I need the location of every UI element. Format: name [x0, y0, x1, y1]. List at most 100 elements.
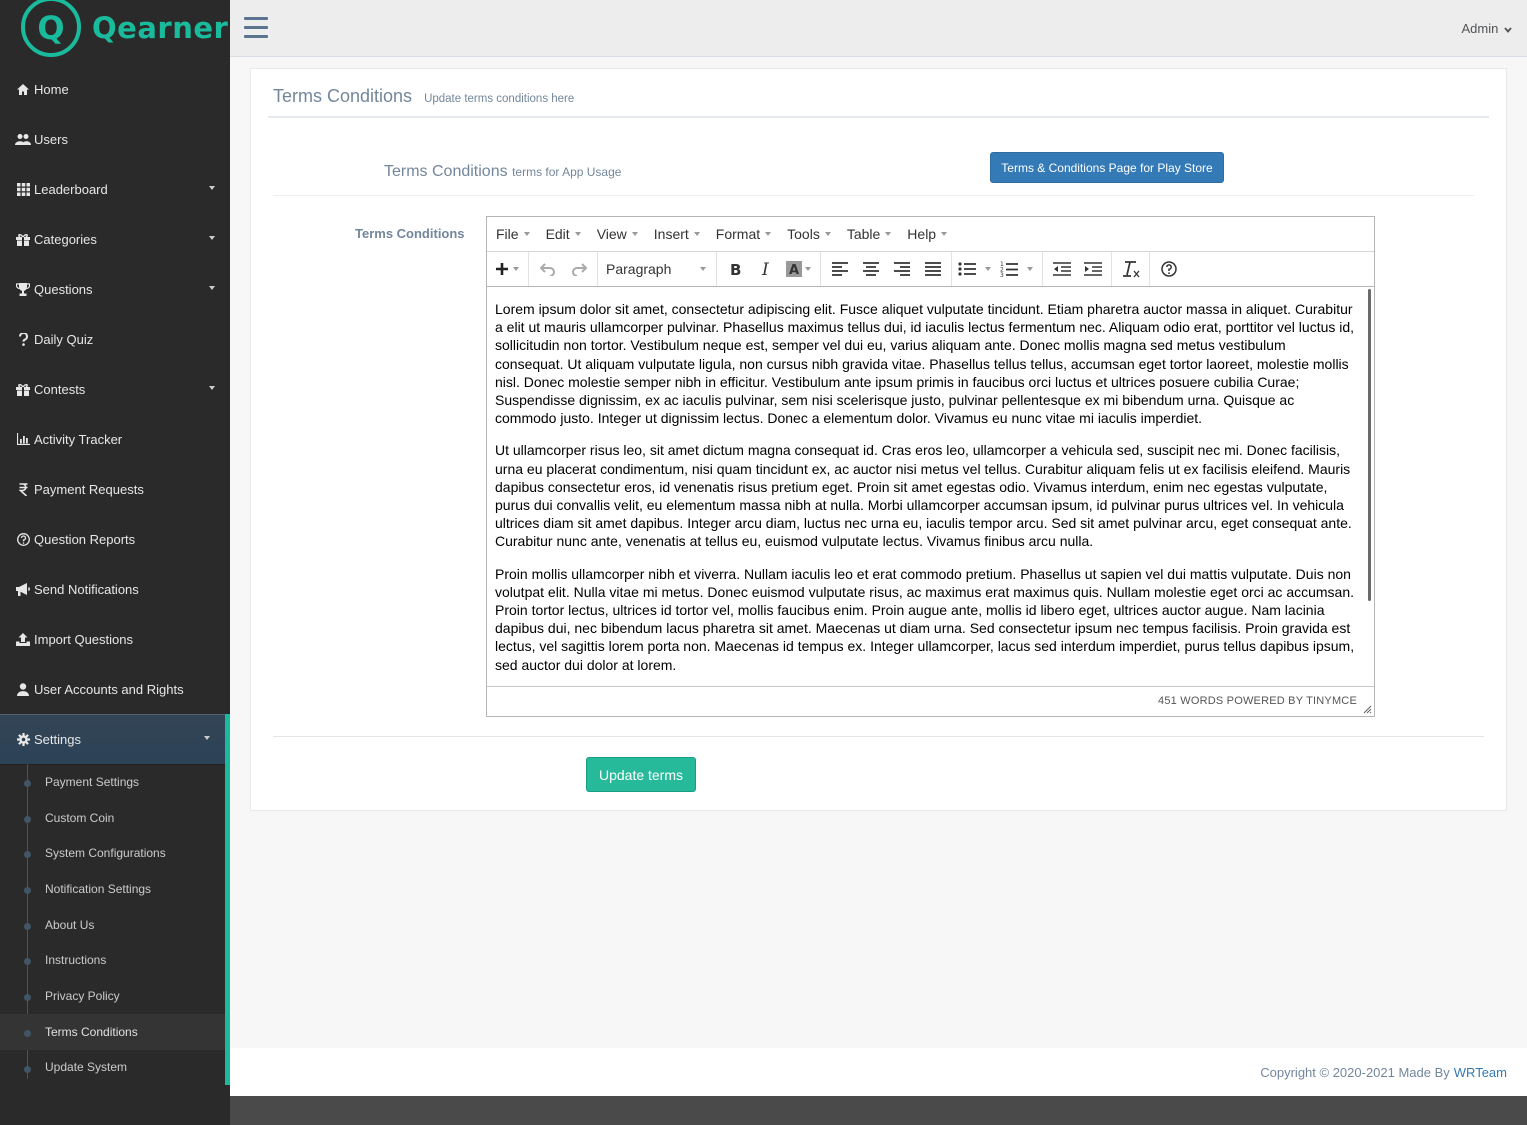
- sidebar-item-label: Question Reports: [34, 531, 136, 547]
- sidebar-item-label: Users: [34, 131, 68, 147]
- menu-label: Table: [846, 226, 881, 242]
- sidebar-item-questions[interactable]: Questions: [0, 264, 230, 314]
- terms-field-label: Terms Conditions: [355, 226, 465, 241]
- text-color-dropdown-icon[interactable]: [805, 267, 811, 271]
- caret-down-icon: [209, 186, 215, 190]
- page-title-hint: Update terms conditions here: [424, 93, 575, 105]
- brand-logo[interactable]: Q Qearner: [0, 0, 230, 60]
- section-title: Terms Conditions terms for App Usage: [384, 163, 621, 181]
- submenu-item-instructions[interactable]: Instructions: [0, 942, 225, 978]
- menu-label: Help: [907, 226, 937, 242]
- divider: [268, 116, 1489, 118]
- menu-table[interactable]: Table: [846, 226, 892, 242]
- numbered-list-icon[interactable]: 123: [997, 254, 1021, 284]
- submenu-item-custom-coin[interactable]: Custom Coin: [0, 800, 225, 836]
- sidebar: Q Qearner Home Users Leaderboard Categories…: [0, 0, 230, 1125]
- sidebar-item-user-accounts-and-rights[interactable]: User Accounts and Rights: [0, 664, 230, 714]
- sidebar-item-label: Contests: [34, 381, 86, 397]
- bar-chart-icon: [15, 433, 31, 445]
- editor-paragraph: Proin mollis ullamcorper nibh et viverra…: [495, 565, 1355, 673]
- sidebar-item-categories[interactable]: Categories: [0, 214, 230, 264]
- submenu-item-about-us[interactable]: About Us: [0, 907, 225, 943]
- caret-down-icon: [209, 386, 215, 390]
- sidebar-item-send-notifications[interactable]: Send Notifications: [0, 564, 230, 614]
- submenu-item-terms-conditions[interactable]: Terms Conditions: [0, 1013, 225, 1050]
- menu-edit[interactable]: Edit: [546, 226, 581, 242]
- section-title-hint: terms for App Usage: [512, 165, 622, 179]
- italic-icon[interactable]: I: [751, 254, 782, 284]
- numbered-list-dropdown-icon[interactable]: [1027, 267, 1033, 271]
- sidebar-item-label: Questions: [34, 281, 93, 297]
- menu-format[interactable]: Format: [716, 226, 772, 242]
- chevron-down-icon: [700, 267, 706, 271]
- editor-paragraph: Ut ullamcorper risus leo, sit amet dictu…: [495, 442, 1352, 550]
- align-left-icon[interactable]: [824, 254, 855, 284]
- align-right-icon[interactable]: [886, 254, 917, 284]
- update-terms-button[interactable]: Update terms: [586, 757, 696, 792]
- block-format-value: Paragraph: [606, 261, 672, 277]
- menu-file[interactable]: File: [496, 226, 530, 242]
- text-color-icon[interactable]: A: [782, 254, 806, 284]
- bullet-list-dropdown-icon[interactable]: [985, 267, 991, 271]
- redo-icon[interactable]: [563, 254, 594, 284]
- submenu-item-privacy-policy[interactable]: Privacy Policy: [0, 978, 225, 1014]
- submenu-item-system-configurations[interactable]: System Configurations: [0, 835, 225, 871]
- footer-link[interactable]: WRTeam: [1454, 1065, 1507, 1080]
- editor-content[interactable]: Lorem ipsum dolor sit amet, consectetur …: [487, 287, 1374, 687]
- menu-help[interactable]: Help: [907, 226, 948, 242]
- chevron-down-icon: [765, 232, 772, 236]
- sidebar-item-activity-tracker[interactable]: Activity Tracker: [0, 414, 230, 464]
- sidebar-item-contests[interactable]: Contests: [0, 364, 230, 414]
- sidebar-item-label: Daily Quiz: [34, 331, 94, 347]
- admin-menu[interactable]: Admin: [1462, 21, 1512, 36]
- caret-down-icon: [209, 286, 215, 290]
- sidebar-item-label: Settings: [34, 731, 81, 747]
- footer: Copyright © 2020-2021 Made By WRTeam: [230, 1048, 1527, 1096]
- sidebar-item-payment-requests[interactable]: Payment Requests: [0, 464, 230, 514]
- gift-icon: [15, 233, 31, 246]
- sidebar-item-question-reports[interactable]: Question Reports: [0, 514, 230, 564]
- sidebar-item-home[interactable]: Home: [0, 64, 230, 114]
- bullhorn-icon: [15, 582, 31, 596]
- submenu-item-update-system[interactable]: Update System: [0, 1050, 225, 1086]
- menu-label: Insert: [653, 226, 689, 242]
- bullet-list-icon[interactable]: [955, 254, 979, 284]
- insert-dropdown-icon[interactable]: [513, 267, 519, 271]
- menu-label: File: [496, 226, 519, 242]
- editor-statusbar: 451 WORDS POWERED BY TINYMCE: [487, 686, 1374, 716]
- sidebar-item-users[interactable]: Users: [0, 114, 230, 164]
- block-format-select[interactable]: Paragraph: [598, 254, 716, 284]
- resize-handle-icon[interactable]: [1363, 705, 1372, 714]
- menu-insert[interactable]: Insert: [654, 226, 700, 242]
- gift-icon: [15, 383, 31, 396]
- menu-view[interactable]: View: [597, 226, 638, 242]
- editor-scrollbar[interactable]: [1368, 289, 1371, 601]
- clear-formatting-icon[interactable]: [1115, 254, 1146, 284]
- align-justify-icon[interactable]: [917, 254, 948, 284]
- editor-menubar: File Edit View Insert Format Tools Table Help: [487, 217, 1374, 251]
- editor-toolbar: Paragraph B I A 123: [487, 251, 1374, 287]
- sidebar-item-daily-quiz[interactable]: Daily Quiz: [0, 314, 230, 364]
- menu-tools[interactable]: Tools: [787, 226, 831, 242]
- bold-icon[interactable]: B: [720, 254, 751, 284]
- undo-icon[interactable]: [532, 254, 563, 284]
- grid-icon: [15, 182, 31, 196]
- chevron-down-icon: [1504, 27, 1512, 33]
- footer-copyright: Copyright © 2020-2021 Made By: [1260, 1064, 1450, 1080]
- caret-down-icon: [204, 736, 210, 740]
- sidebar-item-settings[interactable]: Settings: [0, 714, 230, 764]
- question-icon: [15, 332, 31, 346]
- menu-label: Edit: [545, 226, 570, 242]
- insert-icon[interactable]: [490, 254, 514, 284]
- sidebar-item-import-questions[interactable]: Import Questions: [0, 614, 230, 664]
- outdent-icon[interactable]: [1046, 254, 1077, 284]
- menu-toggle-icon[interactable]: [244, 17, 268, 39]
- sidebar-item-leaderboard[interactable]: Leaderboard: [0, 164, 230, 214]
- align-center-icon[interactable]: [855, 254, 886, 284]
- play-store-terms-button[interactable]: Terms & Conditions Page for Play Store: [990, 152, 1224, 183]
- submenu-item-payment-settings[interactable]: Payment Settings: [0, 764, 225, 800]
- submenu-item-notification-settings[interactable]: Notification Settings: [0, 871, 225, 907]
- indent-icon[interactable]: [1077, 254, 1108, 284]
- help-icon[interactable]: [1153, 254, 1184, 284]
- word-count-status: 451 WORDS POWERED BY TINYMCE: [1158, 695, 1357, 707]
